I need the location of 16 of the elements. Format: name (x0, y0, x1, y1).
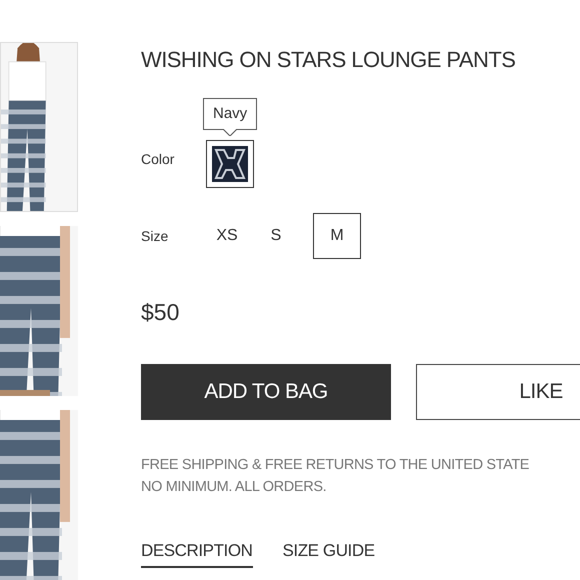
size-option[interactable]: S (252, 213, 300, 259)
size-option[interactable]: M (313, 213, 361, 259)
color-label: Color (141, 150, 176, 169)
shipping-note: NO MINIMUM. ALL ORDERS. (141, 478, 328, 496)
tab[interactable]: SIZE GUIDE (282, 538, 375, 568)
add-to-bag-button[interactable]: ADD TO BAG (141, 364, 391, 420)
tab[interactable]: DESCRIPTION (141, 538, 253, 568)
color-swatch[interactable] (206, 140, 254, 188)
size-label: Size (141, 226, 170, 246)
price: $50 (141, 298, 180, 327)
color-tooltip: Navy (203, 98, 258, 136)
shipping-note: FREE SHIPPING & FREE RETURNS TO THE UNITED STATE (141, 456, 530, 474)
tooltip-pointer-icon (223, 129, 238, 136)
product-title: WISHING ON STARS LOUNGE PANTS (141, 46, 516, 74)
like-button[interactable]: LIKE (416, 364, 580, 420)
size-option[interactable]: XS (203, 213, 251, 259)
